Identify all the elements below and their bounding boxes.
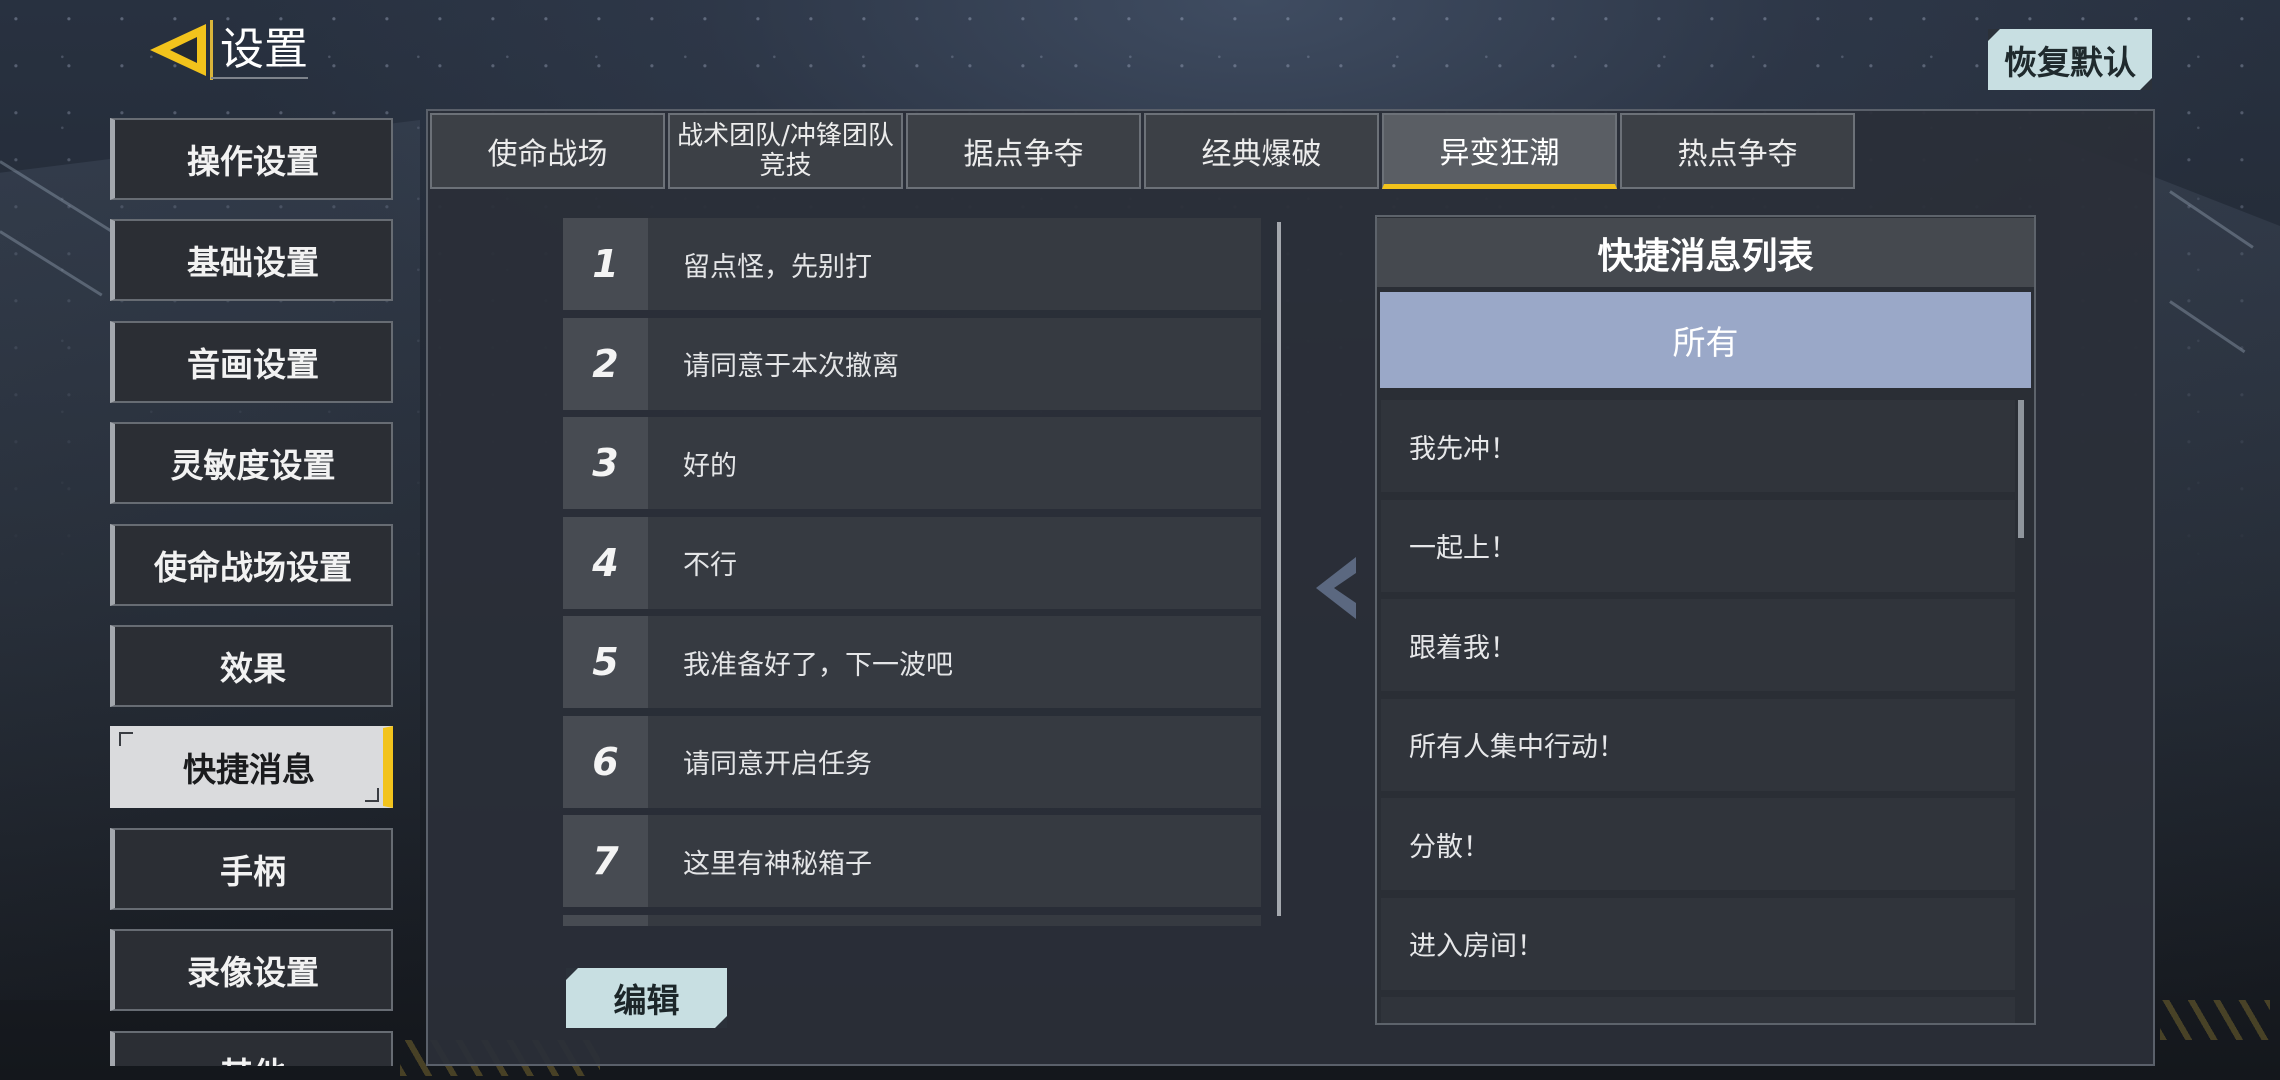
message-slot-number: 7: [563, 815, 648, 907]
sidebar-item-label: 快捷消息: [183, 750, 315, 790]
message-slot-text: 我准备好了，下一波吧: [683, 649, 953, 681]
sidebar-item-sensitivity[interactable]: 灵敏度设置: [110, 422, 393, 505]
message-slot[interactable]: 3 好的: [563, 417, 1261, 509]
tab-mutation[interactable]: 异变狂潮: [1382, 113, 1617, 189]
message-slot[interactable]: 5 我准备好了，下一波吧: [563, 616, 1261, 708]
message-slot[interactable]: 2 请同意于本次撤离: [563, 317, 1261, 410]
message-slot-number: 2: [563, 317, 648, 410]
sidebar-item-battlefield[interactable]: 使命战场设置: [110, 523, 393, 606]
tab-hardpoint[interactable]: 据点争夺: [906, 113, 1141, 189]
quick-message-item[interactable]: 进入房间！: [1381, 897, 2015, 990]
message-slot-text: [648, 915, 1261, 927]
sidebar-item-label: 音画设置: [187, 344, 319, 384]
reset-defaults-button[interactable]: 恢复默认: [1988, 29, 2152, 90]
sidebar-item-effects[interactable]: 效果: [110, 624, 393, 707]
tab-battlefield[interactable]: 使命战场: [430, 113, 665, 189]
tab-label: 热点争夺: [1677, 137, 1798, 172]
message-slot-number: 4: [563, 516, 648, 609]
quick-message-settings-panel: 使命战场 战术团队/冲锋团队竞技 据点争夺 经典爆破 异变狂潮 热点争夺 1 留…: [426, 109, 2155, 1066]
chevron-left-icon: [1316, 557, 1356, 619]
sidebar-item-basic[interactable]: 基础设置: [110, 219, 393, 302]
message-slot-text: 好的: [683, 450, 737, 482]
sidebar-item-other[interactable]: 其他: [110, 1030, 393, 1066]
sidebar-item-label: 基础设置: [187, 243, 319, 283]
message-slot-text: 不行: [683, 550, 737, 581]
tab-label: 战术团队/冲锋团队竞技: [677, 121, 894, 181]
quick-message-library: 快捷消息列表 所有 我先冲！ 一起上！ 跟着我！ 所有人集中行动！ 分散！ 进入…: [1375, 215, 2036, 1025]
message-slot[interactable]: 6 请同意开启任务: [563, 715, 1261, 808]
quick-list-scrollbar[interactable]: [2018, 400, 2024, 538]
sidebar-item-controller[interactable]: 手柄: [110, 827, 393, 910]
tab-label: 异变狂潮: [1439, 135, 1560, 171]
sidebar-item-audio-video[interactable]: 音画设置: [110, 320, 393, 403]
message-slot-number: 3: [563, 417, 648, 509]
quick-message-item[interactable]: [1381, 997, 2015, 1023]
sidebar-item-label: 操作设置: [187, 142, 319, 181]
sidebar-item-operation[interactable]: 操作设置: [110, 118, 393, 200]
edit-button[interactable]: 编辑: [566, 968, 727, 1028]
message-slot[interactable]: [563, 914, 1261, 927]
message-slot-text: 这里有神秘箱子: [683, 848, 872, 880]
move-to-slot-button[interactable]: [1316, 557, 1356, 619]
back-button[interactable]: [148, 22, 208, 78]
quick-message-item[interactable]: 所有人集中行动！: [1381, 698, 2015, 791]
sidebar-item-label: 灵敏度设置: [170, 446, 336, 486]
sidebar-item-label: 其他: [220, 1048, 286, 1066]
message-slot[interactable]: 1 留点怪，先别打: [563, 218, 1261, 310]
tab-hotspot[interactable]: 热点争夺: [1620, 113, 1855, 189]
settings-sidebar: 操作设置 基础设置 音画设置 灵敏度设置 使命战场设置 效果 快捷消息 手柄 录…: [110, 118, 393, 1066]
sidebar-item-quick-messages[interactable]: 快捷消息: [110, 726, 393, 809]
message-slot[interactable]: 4 不行: [563, 516, 1261, 609]
sidebar-item-label: 录像设置: [187, 953, 319, 993]
sidebar-item-label: 手柄: [220, 851, 286, 891]
quick-message-item[interactable]: 跟着我！: [1381, 599, 2015, 691]
background-light: [2160, 1000, 2270, 1040]
message-slot-number: 5: [563, 616, 648, 708]
message-slot-text: 请同意开启任务: [683, 749, 872, 780]
message-slot-number: 6: [563, 715, 648, 808]
sidebar-item-recording[interactable]: 录像设置: [110, 929, 393, 1012]
filter-all-button[interactable]: 所有: [1380, 292, 2031, 388]
tab-label: 据点争夺: [963, 137, 1084, 172]
title-divider: [210, 20, 213, 80]
tab-team-deathmatch[interactable]: 战术团队/冲锋团队竞技: [668, 113, 903, 189]
back-arrow-icon: [150, 24, 206, 76]
tab-label: 使命战场: [487, 137, 608, 172]
message-slot-text: 请同意于本次撤离: [683, 351, 899, 382]
quick-message-list: 我先冲！ 一起上！ 跟着我！ 所有人集中行动！ 分散！ 进入房间！: [1381, 400, 2015, 1023]
message-slot-list: 1 留点怪，先别打 2 请同意于本次撤离 3 好的 4 不行 5 我准备好了，下…: [563, 218, 1261, 926]
page-title: 设置: [220, 24, 308, 75]
message-list-scrollbar[interactable]: [1277, 222, 1281, 916]
message-slot-number: [563, 914, 648, 926]
sidebar-item-label: 使命战场设置: [154, 547, 352, 587]
message-slot-number: 1: [563, 218, 648, 310]
tab-search-and-destroy[interactable]: 经典爆破: [1144, 113, 1379, 189]
quick-list-title: 快捷消息列表: [1377, 218, 2034, 287]
sidebar-item-label: 效果: [220, 648, 286, 688]
mode-tabs: 使命战场 战术团队/冲锋团队竞技 据点争夺 经典爆破 异变狂潮 热点争夺: [430, 113, 1855, 189]
quick-message-item[interactable]: 我先冲！: [1381, 400, 2015, 492]
message-slot[interactable]: 7 这里有神秘箱子: [563, 815, 1261, 907]
quick-message-item[interactable]: 一起上！: [1381, 499, 2015, 592]
tab-label: 经典爆破: [1201, 137, 1322, 172]
message-slot-text: 留点怪，先别打: [683, 251, 872, 283]
quick-message-item[interactable]: 分散！: [1381, 798, 2015, 890]
